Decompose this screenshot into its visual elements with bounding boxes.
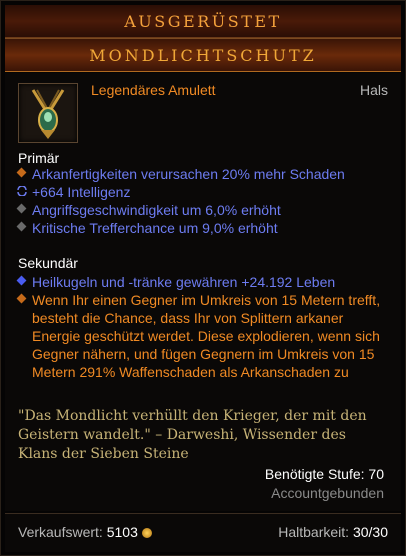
tooltip-body: Legendäres Amulett Hals Primär Arkanfert… [5,73,401,511]
affix-bullet-icon [16,275,27,286]
equipped-label: AUSGERÜSTET [124,11,282,31]
primary-stat: Arkanfertigkeiten verursachen 20% mehr S… [16,165,392,183]
account-bound-label: Accountgebunden [271,485,384,501]
primary-stat: +664 Intelligenz [17,183,392,201]
item-name-banner: MONDLICHTSCHUTZ [5,38,401,72]
durability: Haltbarkeit: 30/30 [278,524,388,540]
primary-stat: Kritische Trefferchance um 9,0% erhöht [16,219,392,237]
primary-section-title: Primär [18,150,60,166]
item-name: MONDLICHTSCHUTZ [89,45,317,65]
flavor-text: "Das Mondlicht verhüllt den Krieger, der… [18,408,367,462]
affix-bullet-icon [16,203,27,214]
amulet-icon [18,83,78,143]
affix-bullet-icon [16,221,27,232]
required-level: Benötigte Stufe: 70 [264,466,384,482]
item-type: Legendäres Amulett [91,82,216,98]
secondary-stat: Heilkugeln und -tränke gewähren +24.192 … [16,273,392,291]
legendary-affix-bullet-icon [16,167,27,178]
item-tooltip: AUSGERÜSTET MONDLICHTSCHUTZ Legendäres A… [0,0,406,556]
item-slot: Hals [359,82,388,98]
tooltip-footer: Verkaufswert: 5103 Haltbarkeit: 30/30 [5,513,401,552]
equipped-header: AUSGERÜSTET [5,5,401,38]
gold-coin-icon [141,528,152,538]
legendary-affix-bullet-icon [16,293,27,304]
secondary-section-title: Sekundär [18,255,78,271]
sell-value: Verkaufswert: 5103 [18,524,152,540]
swap-arrows-icon [17,186,27,196]
secondary-legendary-stat: Wenn Ihr einen Gegner im Umkreis von 15 … [16,291,392,381]
primary-stat: Angriffsgeschwindigkeit um 6,0% erhöht [16,201,392,219]
